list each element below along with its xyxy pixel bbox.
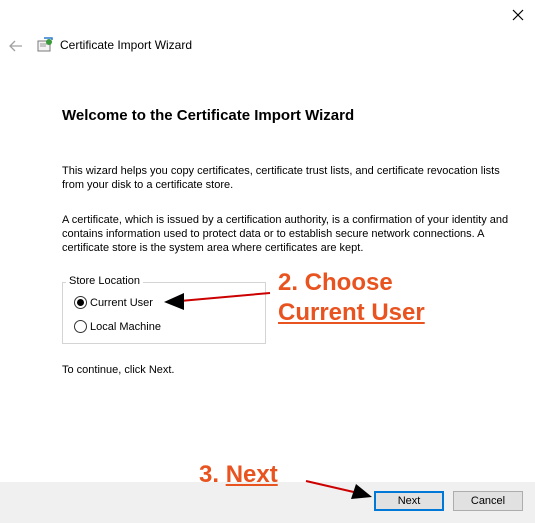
page-heading: Welcome to the Certificate Import Wizard (62, 107, 355, 124)
radio-current-user-label: Current User (90, 296, 153, 309)
close-button[interactable] (505, 4, 531, 26)
annotation-arrows (164, 292, 372, 499)
back-arrow-icon (9, 40, 22, 52)
store-location-legend: Store Location (66, 275, 143, 287)
store-location-group (62, 282, 266, 344)
intro-paragraph: This wizard helps you copy certificates,… (62, 165, 500, 191)
close-icon (512, 9, 524, 21)
annotation-next-word: Next (225, 461, 278, 488)
radio-button-unchecked[interactable] (74, 320, 87, 333)
next-button[interactable]: Next (374, 491, 444, 511)
certificate-icon (37, 37, 53, 52)
annotation-choose-line2: Current User (278, 299, 425, 326)
annotation-choose-current-user: 2. Choose Current User (278, 268, 425, 328)
window-title: Certificate Import Wizard (60, 38, 193, 52)
back-button[interactable] (5, 36, 27, 56)
cancel-button[interactable]: Cancel (453, 491, 523, 511)
radio-button-checked[interactable] (74, 296, 87, 309)
annotation-next-prefix: 3. (199, 461, 226, 488)
annotation-next: 3. Next (199, 461, 278, 489)
annotation-choose-line1: 2. Choose (278, 269, 393, 296)
radio-local-machine-label: Local Machine (90, 320, 161, 333)
continue-instruction: To continue, click Next. (62, 364, 175, 376)
certificate-description-paragraph: A certificate, which is issued by a cert… (62, 214, 509, 254)
radio-local-machine[interactable]: Local Machine (74, 320, 161, 333)
radio-current-user[interactable]: Current User (74, 296, 153, 309)
certificate-import-wizard-window: Certificate Import Wizard Welcome to the… (0, 0, 535, 523)
